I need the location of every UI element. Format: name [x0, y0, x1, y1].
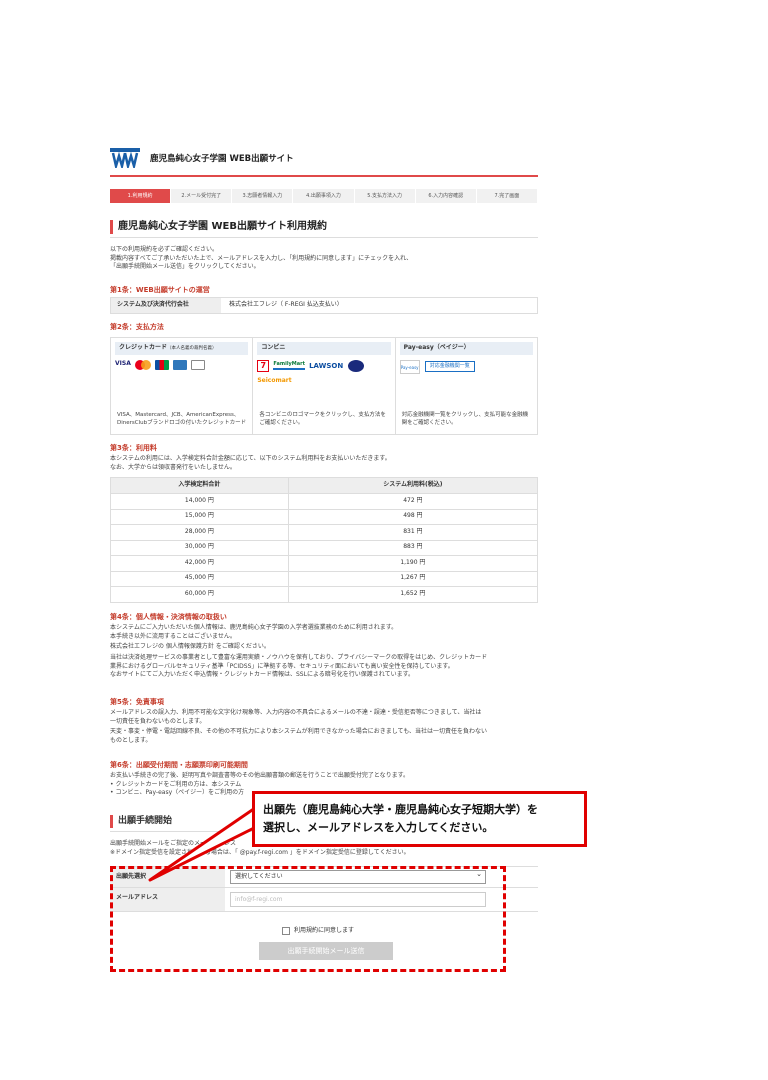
- article-5-line: 天変・事変・停電・電話回線不良、その他の不可抗力により本システムが利用できなかっ…: [110, 728, 488, 736]
- diners-icon: [191, 359, 206, 370]
- step-2: 2.メール受付完了: [171, 189, 233, 203]
- article-4-line: 本システムにご入力いただいた個人情報は、鹿児島純心女子学園の入学者選抜業務のため…: [110, 624, 398, 631]
- article-4-line: 当社は決済処理サービスの事業者として豊富な運用実績・ノウハウを保有しており、プラ…: [110, 654, 488, 662]
- payment-methods: クレジットカード（本人名義の裁判名義） VISA VISA、Mastercard…: [110, 337, 538, 435]
- instruction-callout: 出願先（鹿児島純心大学・鹿児島純心女子短期大学）を 選択し、メールアドレスを入力…: [252, 791, 587, 847]
- header-divider: [110, 175, 538, 177]
- table-row: 30,000 円 883 円: [110, 539, 539, 556]
- step-7: 7.完了画面: [476, 189, 538, 203]
- lawson-icon[interactable]: LAWSON: [309, 361, 343, 371]
- site-header: 鹿児島純心女子学園 WEB出願サイト: [110, 146, 538, 177]
- fee-header-system: システム利用料(税込): [287, 477, 539, 494]
- credit-head-note: （本人名義の裁判名義）: [167, 346, 217, 351]
- credit-head-label: クレジットカード: [119, 344, 168, 351]
- table-row: 14,000 円 472 円: [110, 493, 539, 510]
- title-divider: [110, 237, 538, 238]
- fee-cell: 60,000 円: [110, 586, 289, 603]
- visa-icon: VISA: [115, 360, 131, 368]
- fee-cell: 28,000 円: [110, 524, 289, 541]
- school-logo: [110, 148, 140, 168]
- article-4-line: なおサイトにてご入力いただく申込情報・クレジットカード情報は、SSLによる暗号化…: [110, 671, 415, 679]
- article-4-line: 本手続き以外に流用することはございません。: [110, 632, 236, 640]
- fee-cell: 14,000 円: [110, 493, 289, 510]
- payeasy-head: Pay-easy（ペイジー）: [399, 342, 533, 355]
- jcb-icon: [155, 359, 169, 370]
- seven-eleven-icon[interactable]: 7: [257, 359, 270, 372]
- bank-list-button[interactable]: 対応金融機関一覧: [424, 361, 475, 373]
- payment-convenience: コンビニ 7 FamilyMart LAWSON Seicomart 各コンビニ…: [253, 338, 396, 434]
- form-line: ※ドメイン指定受信を設定されている場合は、「 @pay.f-regi.com 」…: [110, 848, 410, 856]
- ministop-icon[interactable]: [348, 359, 365, 372]
- payeasy-desc: 対応金融機関一覧をクリックし、支払可能な金融機関をご確認ください。: [401, 412, 529, 427]
- form-title: 出願手続開始: [110, 815, 172, 829]
- fee-header-exam: 入学検定料合計: [110, 477, 289, 494]
- table-row: 45,000 円 1,267 円: [110, 570, 539, 587]
- conv-head: コンビニ: [257, 342, 391, 355]
- article-3-line: 本システムの利用には、入学検定料合計金額に応じて、以下のシステム利用料をお支払い…: [110, 455, 391, 462]
- fee-header-row: 入学検定料合計 システム利用料(税込): [110, 477, 539, 494]
- fee-cell: 1,267 円: [287, 570, 539, 587]
- fee-table: 入学検定料合計 システム利用料(税込) 14,000 円 472 円 15,000…: [110, 477, 539, 603]
- article-3-line: なお、大学からは領収書発行をいたしません。: [110, 463, 236, 471]
- site-title: 鹿児島純心女子学園 WEB出願サイト: [150, 154, 294, 164]
- fee-cell: 30,000 円: [110, 539, 289, 556]
- article-3-text: 本システムの利用には、入学検定料合計金額に応じて、以下のシステム利用料をお支払い…: [110, 455, 538, 472]
- page-title: 鹿児島純心女子学園 WEB出願サイト利用規約: [110, 220, 538, 234]
- article-2-title: 第2条：支払方法: [110, 323, 164, 331]
- step-3: 3.志願者情報入力: [232, 189, 294, 203]
- fee-cell: 831 円: [287, 524, 539, 541]
- article-5-text: メールアドレスの誤入力、利用不可能な文字化け現象等、入力内容の不具合によるメール…: [110, 709, 538, 746]
- table-row: 42,000 円 1,190 円: [110, 555, 539, 572]
- familymart-icon[interactable]: FamilyMart: [273, 361, 306, 371]
- article-1-title: 第1条：WEB出願サイトの運営: [110, 286, 210, 294]
- step-1: 1.利用規約: [110, 189, 172, 203]
- callout-line: 出願先（鹿児島純心大学・鹿児島純心女子短期大学）を: [263, 803, 538, 816]
- fee-cell: 45,000 円: [110, 570, 289, 587]
- table-row: 28,000 円 831 円: [110, 524, 539, 541]
- article-4-text: 本システムにご入力いただいた個人情報は、鹿児島純心女子学園の入学者選抜業務のため…: [110, 624, 538, 680]
- article-5-line: 一切責任を負わないものとします。: [110, 717, 206, 725]
- system-info-table: システム及び決済代行会社 株式会社エフレジ（ F-REGI 払込支払い）: [110, 297, 538, 314]
- article-4-title: 第4条：個人情報・決済情報の取扱い: [110, 613, 227, 621]
- privacy-policy-link[interactable]: 株式会社エフレジの 個人情報保護方針 をご確認ください。: [110, 643, 538, 652]
- article-5-line: ものとします。: [110, 737, 152, 745]
- system-value: 株式会社エフレジ（ F-REGI 払込支払い）: [229, 301, 343, 308]
- payment-payeasy: Pay-easy（ペイジー） Pay-easy 対応金融機関一覧 対応金融機関一…: [396, 338, 537, 434]
- step-6: 6.入力内容確認: [415, 189, 477, 203]
- highlight-box: [110, 866, 506, 972]
- intro-text: 以下の利用規約を必ずご確認ください。 掲載内容すべてご了承いただいた上で、メール…: [110, 246, 538, 272]
- credit-head: クレジットカード（本人名義の裁判名義）: [115, 342, 249, 355]
- fee-cell: 883 円: [287, 539, 539, 556]
- intro-line: 以下の利用規約を必ずご確認ください。: [110, 246, 219, 253]
- payeasy-icon: Pay-easy: [399, 359, 420, 374]
- credit-desc: VISA、Mastercard、JCB、AmericanExpress、Dine…: [117, 412, 247, 427]
- fee-cell: 15,000 円: [110, 508, 289, 525]
- article-6-line: お支払い手続きの完了後、延明写真や調査書等のその他出願書類の郵送を行うことで出願…: [110, 772, 410, 779]
- payment-credit: クレジットカード（本人名義の裁判名義） VISA VISA、Mastercard…: [111, 338, 254, 434]
- step-5: 5.支払方法入力: [354, 189, 416, 203]
- step-4: 4.出願事項入力: [293, 189, 355, 203]
- conv-desc: 各コンビニのロゴマークをクリックし、支払方法をご確認ください。: [259, 412, 386, 427]
- fee-cell: 1,190 円: [287, 555, 539, 572]
- article-5-line: メールアドレスの誤入力、利用不可能な文字化け現象等、入力内容の不具合によるメール…: [110, 709, 482, 716]
- mastercard-icon: [134, 359, 151, 370]
- amex-icon: [173, 359, 188, 370]
- article-5-title: 第5条：免責事項: [110, 698, 164, 706]
- article-3-title: 第3条：利用料: [110, 444, 157, 452]
- fee-cell: 1,652 円: [287, 586, 539, 603]
- fee-cell: 498 円: [287, 508, 539, 525]
- fee-cell: 472 円: [287, 493, 539, 510]
- table-row: 15,000 円 498 円: [110, 508, 539, 525]
- system-label: システム及び決済代行会社: [111, 298, 221, 313]
- callout-line: 選択し、メールアドレスを入力してください。: [263, 821, 494, 835]
- progress-steps: 1.利用規約 2.メール受付完了 3.志願者情報入力 4.出願事項入力 5.支払…: [110, 189, 538, 203]
- intro-line: 「出願手続開始メール送信」をクリックしてください。: [110, 263, 260, 271]
- seicomart-icon[interactable]: Seicomart: [257, 377, 390, 386]
- fee-cell: 42,000 円: [110, 555, 289, 572]
- table-row: 60,000 円 1,652 円: [110, 586, 539, 603]
- article-6-title: 第6条：出願受付期間・志願票印刷可能期間: [110, 761, 248, 769]
